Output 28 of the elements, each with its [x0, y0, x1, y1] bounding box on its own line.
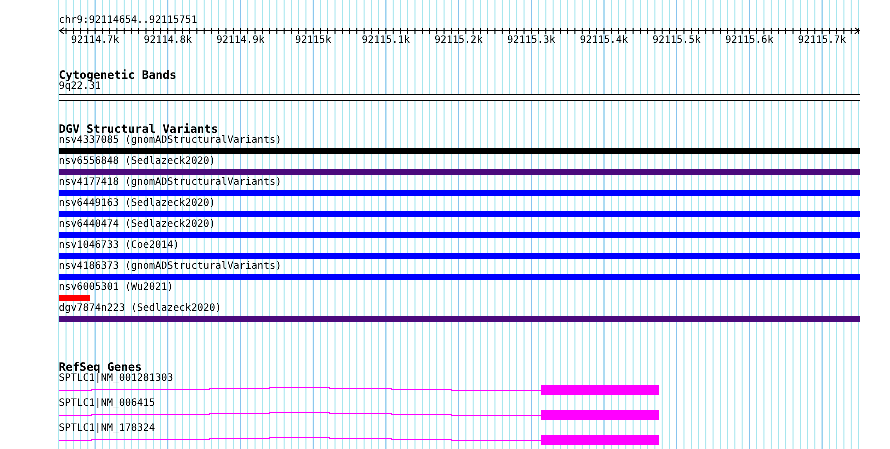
scale-label: 92115.6k — [724, 35, 775, 47]
variant-label: dgv7874n223 (Sedlazeck2020) — [59, 303, 223, 315]
transcript-label: SPTLC1|NM_178324 — [59, 423, 156, 435]
scale-label: 92114.8k — [142, 35, 194, 47]
scale-label: 92115.7k — [797, 35, 848, 47]
scale-label: 92115.4k — [579, 35, 630, 47]
scale-label: 92115.5k — [652, 35, 702, 47]
scale-label: 92114.7k — [70, 35, 120, 47]
location-label: chr9:92114654..92115751 — [59, 15, 198, 27]
scale-label: 92115k — [294, 35, 332, 47]
track-title: DGV Structural Variants — [59, 123, 218, 135]
track-title: RefSeq Genes — [59, 361, 142, 373]
scale-label: 92114.9k — [216, 35, 266, 47]
transcript-label: SPTLC1|NM_001281303 — [59, 373, 174, 385]
scale-label: 92115.1k — [361, 35, 412, 47]
scale-label: 92115.2k — [434, 35, 484, 47]
variant-label: nsv6449163 (Sedlazeck2020) — [59, 198, 217, 210]
variant-label: nsv6005301 (Wu2021) — [59, 282, 174, 294]
scale-label: 92115.3k — [506, 35, 557, 47]
band-label: 9q22.31 — [59, 81, 102, 93]
variant-label: nsv6440474 (Sedlazeck2020) — [59, 219, 217, 231]
variant-label: nsv6556848 (Sedlazeck2020) — [59, 156, 217, 168]
variant-label: nsv4186373 (gnomADStructuralVariants) — [59, 261, 283, 273]
track-title: Cytogenetic Bands — [59, 69, 178, 81]
variant-label: nsv4337085 (gnomADStructuralVariants) — [59, 135, 283, 147]
variant-label: nsv1046733 (Coe2014) — [59, 240, 180, 252]
variant-label: nsv4177418 (gnomADStructuralVariants) — [59, 177, 283, 189]
transcript-label: SPTLC1|NM_006415 — [59, 398, 156, 410]
